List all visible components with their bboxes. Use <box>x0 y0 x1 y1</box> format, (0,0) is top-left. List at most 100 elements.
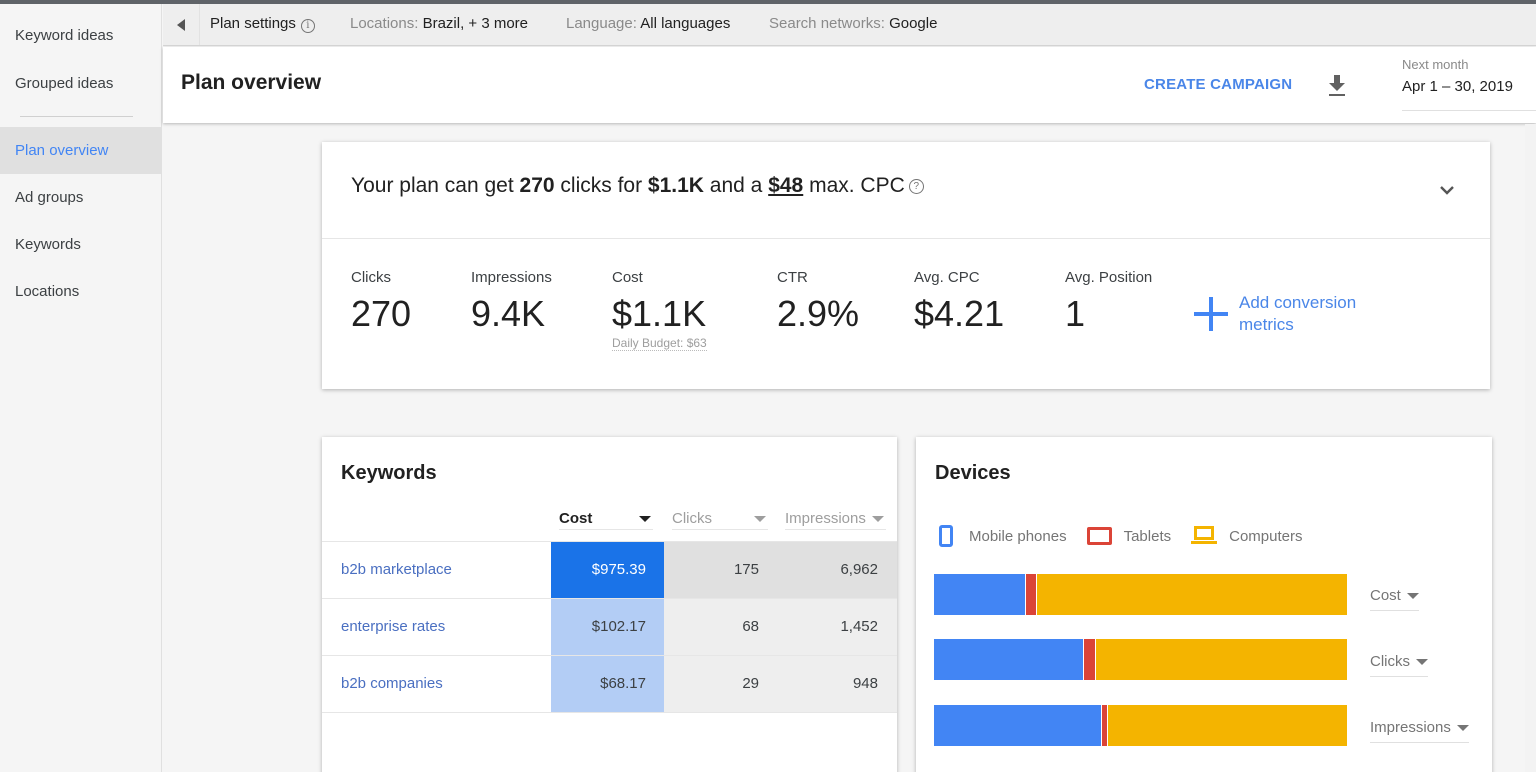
clicks-cell: 29 <box>664 656 779 712</box>
sidebar-divider <box>20 116 133 117</box>
language-label: Language: <box>566 15 637 32</box>
summary-text-part: clicks for <box>554 174 648 197</box>
metric-value: 1 <box>1065 293 1086 334</box>
metric-ctr: CTR 2.9% <box>777 269 859 334</box>
laptop-icon <box>1191 526 1218 546</box>
collapse-button[interactable] <box>163 4 200 45</box>
keywords-title: Keywords <box>341 462 437 484</box>
bar-segment-tablets <box>1024 574 1036 615</box>
impressions-cell: 948 <box>779 656 897 712</box>
bar-segment-computers <box>1107 705 1347 746</box>
date-range-picker[interactable]: Next month Apr 1 – 30, 2019 <box>1402 57 1536 111</box>
sidebar-item-grouped-ideas[interactable]: Grouped ideas <box>0 60 162 107</box>
clicks-metric-dropdown[interactable]: Clicks <box>1370 653 1428 677</box>
tablet-icon <box>1086 527 1112 545</box>
keyword-link[interactable]: enterprise rates <box>341 599 445 655</box>
sort-dropdown-icon <box>754 516 766 522</box>
clicks-cell: 68 <box>664 599 779 655</box>
search-networks-label: Search networks: <box>769 15 885 32</box>
locations-label: Locations: <box>350 15 419 32</box>
dropdown-arrow-icon <box>1416 659 1428 665</box>
dropdown-label: Cost <box>1370 587 1401 604</box>
summary-max-cpc[interactable]: $48 <box>768 174 803 197</box>
metric-label: Cost <box>612 269 643 286</box>
metric-label: Impressions <box>471 269 552 286</box>
sidebar-item-keywords[interactable]: Keywords <box>0 221 162 268</box>
search-networks-value: Google <box>889 15 938 32</box>
metric-value: $1.1K <box>612 293 707 334</box>
column-header-impressions[interactable]: Impressions <box>785 510 886 530</box>
metric-value: 270 <box>351 293 412 334</box>
locations-value: Brazil, + 3 more <box>422 15 529 32</box>
summary-cost: $1.1K <box>647 174 704 197</box>
chevron-down-icon[interactable] <box>1437 182 1457 198</box>
keyword-link[interactable]: b2b companies <box>341 656 443 712</box>
metric-value: 2.9% <box>777 293 860 334</box>
summary-header: Your plan can get 270 clicks for $1.1K a… <box>322 142 1490 239</box>
dropdown-label: Impressions <box>1370 719 1451 736</box>
sidebar-item-plan-overview[interactable]: Plan overview <box>0 127 162 174</box>
daily-budget[interactable]: Daily Budget: $63 <box>612 336 707 351</box>
keywords-card: Keywords Cost Clicks Impressions b2b mar… <box>322 437 897 772</box>
locations-setting[interactable]: Locations: Brazil, + 3 more <box>350 4 528 44</box>
device-bar-impressions <box>934 705 1347 746</box>
legend-label: Computers <box>1229 527 1303 545</box>
download-icon[interactable] <box>1326 73 1348 97</box>
bar-segment-mobile-phones <box>934 574 1025 615</box>
summary-text-part: and a <box>703 174 769 197</box>
column-header-cost[interactable]: Cost <box>559 510 653 530</box>
plan-settings-bar: Plan settings i Locations: Brazil, + 3 mo… <box>163 4 1536 46</box>
sort-dropdown-icon <box>639 516 651 522</box>
legend-mobile-phones: Mobile phones <box>939 525 1067 547</box>
column-header-clicks[interactable]: Clicks <box>672 510 768 530</box>
clicks-cell: 175 <box>664 542 779 598</box>
bar-segment-computers <box>1036 574 1347 615</box>
add-conversion-label: Add conversion metrics <box>1239 293 1357 334</box>
create-campaign-button[interactable]: CREATE CAMPAIGN <box>1144 76 1292 93</box>
plus-icon <box>1193 296 1229 332</box>
plan-settings-button[interactable]: Plan settings i <box>210 4 315 44</box>
devices-title: Devices <box>935 462 1011 484</box>
metric-label: Avg. CPC <box>914 269 980 286</box>
table-row: b2b marketplace $975.39 175 6,962 <box>322 542 897 599</box>
legend-computers: Computers <box>1191 526 1302 546</box>
metric-value: $4.21 <box>914 293 1005 334</box>
keyword-link[interactable]: b2b marketplace <box>341 542 452 598</box>
search-networks-setting[interactable]: Search networks: Google <box>769 4 937 44</box>
sidebar: Keyword ideas Grouped ideas Plan overvie… <box>0 4 162 772</box>
date-range-value: Apr 1 – 30, 2019 <box>1402 78 1513 95</box>
sort-dropdown-icon <box>872 516 884 522</box>
cost-cell: $68.17 <box>551 656 664 712</box>
bar-segment-mobile-phones <box>934 639 1083 680</box>
sidebar-item-locations[interactable]: Locations <box>0 268 162 315</box>
cost-cell: $102.17 <box>551 599 664 655</box>
legend-label: Tablets <box>1123 527 1172 545</box>
summary-text-part: Your plan can get <box>351 174 520 197</box>
cost-metric-dropdown[interactable]: Cost <box>1370 587 1419 611</box>
metric-value: 9.4K <box>471 293 546 334</box>
sidebar-item-keyword-ideas[interactable]: Keyword ideas <box>0 12 162 59</box>
dropdown-arrow-icon <box>1406 593 1419 599</box>
metric-avg-position: Avg. Position 1 <box>1065 269 1152 334</box>
dropdown-arrow-icon <box>1456 725 1469 731</box>
summary-clicks: 270 <box>519 174 555 197</box>
language-setting[interactable]: Language: All languages <box>566 4 730 44</box>
devices-legend: Mobile phones Tablets Computers <box>939 525 1322 547</box>
summary-text-part: max. CPC <box>803 174 905 197</box>
mobile-phone-icon <box>939 525 953 547</box>
info-icon[interactable]: i <box>300 19 315 33</box>
add-conversion-metrics-button[interactable]: Add conversion metrics <box>1193 292 1379 336</box>
date-range-caption: Next month <box>1402 57 1469 72</box>
metric-clicks: Clicks 270 <box>351 269 411 334</box>
help-icon[interactable]: ? <box>908 179 924 194</box>
metric-label: CTR <box>777 269 808 286</box>
impressions-metric-dropdown[interactable]: Impressions <box>1370 719 1469 743</box>
page-header: Plan overview CREATE CAMPAIGN Next month… <box>163 47 1536 123</box>
metric-impressions: Impressions 9.4K <box>471 269 552 334</box>
sidebar-item-ad-groups[interactable]: Ad groups <box>0 174 162 221</box>
table-row: enterprise rates $102.17 68 1,452 <box>322 599 897 656</box>
device-bar-cost <box>934 574 1347 615</box>
legend-tablets: Tablets <box>1086 527 1172 545</box>
page-scroll-gutter <box>1525 124 1536 772</box>
metric-label: Clicks <box>351 269 391 286</box>
